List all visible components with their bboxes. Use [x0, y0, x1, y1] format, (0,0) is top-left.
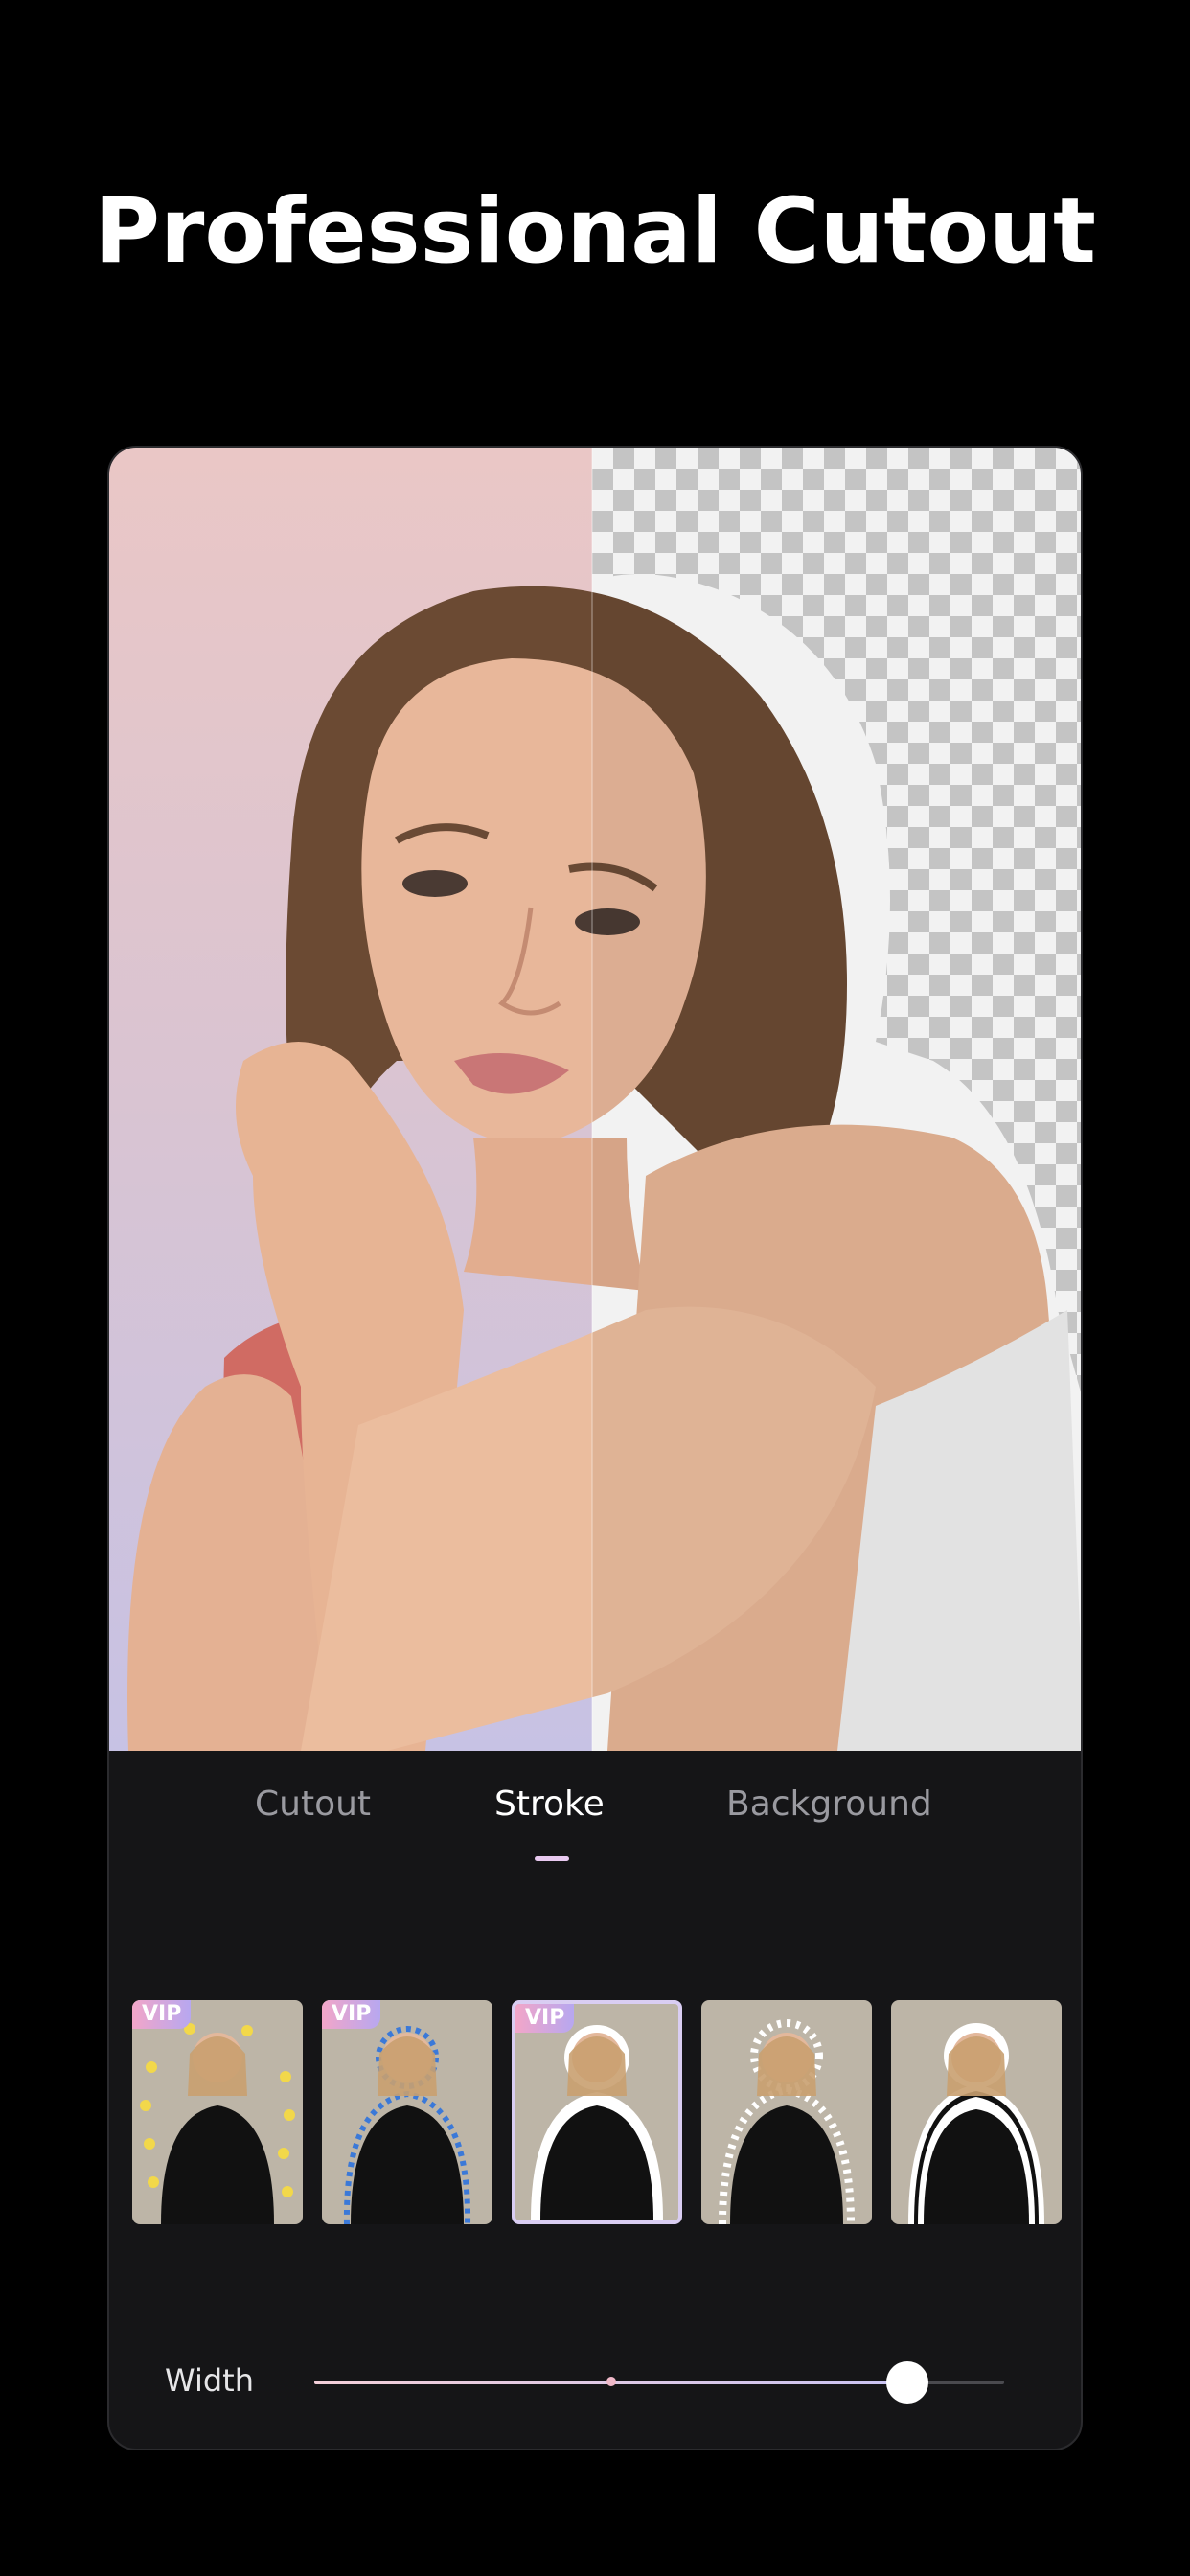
subject-photo [127, 448, 1081, 1751]
left-eye [402, 870, 468, 897]
tab-cutout[interactable]: Cutout [255, 1784, 371, 1824]
width-control: Width [109, 2355, 1081, 2412]
width-slider-thumb[interactable] [886, 2361, 928, 2404]
image-preview[interactable] [109, 448, 1081, 1751]
editor-card: Cutout Stroke Background VIP VIP VIP Wid… [107, 446, 1083, 2450]
tab-stroke[interactable]: Stroke [494, 1784, 605, 1824]
stroke-preset-blue-dotted[interactable]: VIP [322, 2000, 492, 2224]
vip-badge: VIP [132, 2000, 192, 2029]
stroke-preset-solid-white[interactable]: VIP [512, 2000, 682, 2224]
headline: Professional Cutout [94, 179, 1096, 284]
width-slider-track[interactable] [314, 2361, 1004, 2404]
stroke-preset-list: VIP VIP VIP [109, 2000, 1083, 2230]
vip-badge: VIP [322, 2000, 381, 2029]
stroke-preset-sticker-dots[interactable]: VIP [132, 2000, 303, 2224]
vip-badge: VIP [515, 2004, 575, 2033]
stroke-preset-next-peek[interactable] [1081, 2000, 1083, 2224]
active-tab-indicator [535, 1856, 569, 1861]
width-slider-midpoint [606, 2377, 616, 2386]
width-label: Width [165, 2362, 254, 2399]
tool-tabs: Cutout Stroke Background [109, 1784, 1081, 1861]
stroke-preset-white-dotted[interactable] [701, 2000, 872, 2224]
stroke-preset-double-white[interactable] [891, 2000, 1062, 2224]
tab-background[interactable]: Background [726, 1784, 932, 1824]
compare-divider[interactable] [591, 448, 593, 1751]
